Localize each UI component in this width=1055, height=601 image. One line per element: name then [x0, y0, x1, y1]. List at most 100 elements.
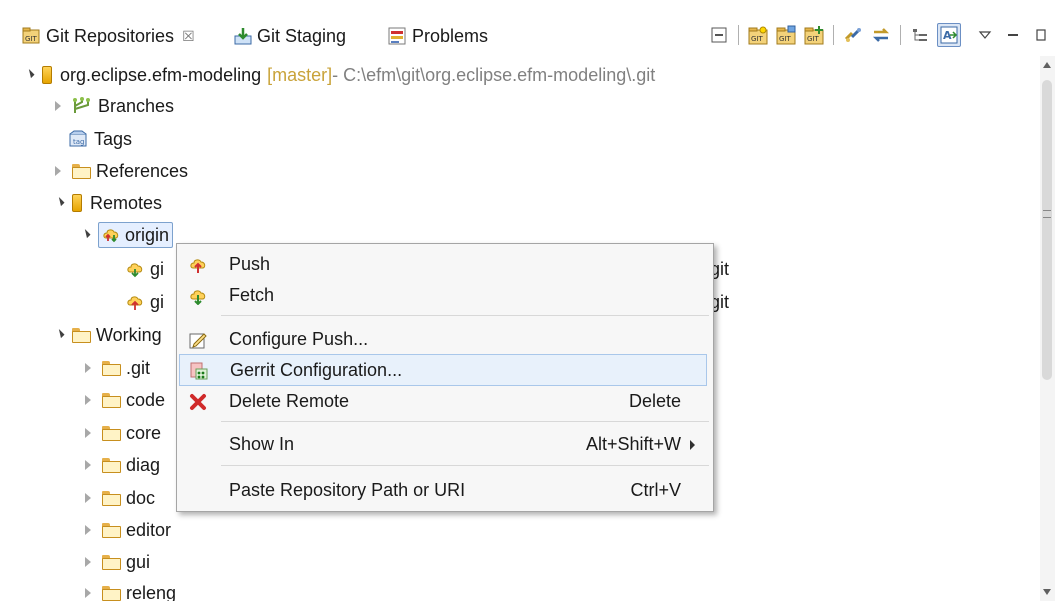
tree-row-references[interactable]: References [52, 156, 188, 186]
collapsed-twisty-icon[interactable] [82, 492, 94, 504]
collapsed-twisty-icon[interactable] [82, 427, 94, 439]
menu-item-paste-repository-path[interactable]: Paste Repository Path or URI Ctrl+V [179, 475, 709, 505]
expanded-twisty-icon[interactable] [78, 228, 91, 241]
svg-text:GIT: GIT [779, 35, 791, 43]
tree-row-repository[interactable]: org.eclipse.efm-modeling [master] - C:\e… [22, 60, 655, 90]
view-menu-button[interactable] [974, 24, 996, 46]
maximize-button[interactable] [1030, 24, 1052, 46]
context-menu: Push Fetch Configure Push... Gerrit Conf… [176, 243, 714, 512]
branches-icon [72, 97, 92, 115]
add-existing-repository-button[interactable]: GIT [747, 24, 769, 46]
tab-git-repositories[interactable]: GIT Git Repositories ☒ [22, 22, 195, 50]
tree-label: doc [126, 487, 156, 508]
link-with-selection-button[interactable] [842, 24, 864, 46]
expanded-twisty-icon[interactable] [52, 328, 65, 341]
menu-item-delete-remote[interactable]: Delete Remote Delete [179, 386, 709, 416]
folder-icon [102, 523, 121, 538]
tree-row-tags[interactable]: tag Tags [68, 124, 132, 154]
menu-item-gerrit-configuration[interactable]: Gerrit Configuration... [179, 354, 707, 386]
remotes-icon [72, 194, 82, 212]
tree-row-remotes[interactable]: Remotes [52, 188, 162, 218]
tree-row-folder[interactable]: gui [82, 547, 150, 577]
tree-label: gui [126, 551, 151, 572]
tree-label: origin [125, 224, 170, 245]
folder-icon [102, 555, 121, 570]
collapsed-twisty-icon[interactable] [52, 165, 64, 177]
collapsed-twisty-icon[interactable] [52, 100, 64, 112]
tab-label: Problems [412, 25, 489, 46]
collapsed-twisty-icon[interactable] [82, 459, 94, 471]
tree-row-folder[interactable]: diag [82, 450, 160, 480]
git-repositories-icon: GIT [22, 27, 40, 45]
view-menu-icon [978, 31, 992, 39]
scrollbar-thumb[interactable] [1042, 80, 1052, 380]
collapsed-twisty-icon[interactable] [82, 556, 94, 568]
tree-row-folder[interactable]: .git [82, 353, 150, 383]
clone-repository-button[interactable]: GIT [775, 24, 797, 46]
tree-label: Remotes [90, 192, 163, 213]
push-icon [189, 256, 207, 274]
tree-row-working-tree[interactable]: Working [52, 320, 162, 350]
link-icon [844, 28, 861, 42]
submenu-arrow-icon [690, 440, 695, 450]
toolbar-separator [833, 25, 834, 45]
push-uri-icon [126, 293, 144, 311]
tree-label: Tags [94, 128, 133, 149]
menu-separator [221, 465, 709, 466]
minimize-button[interactable] [1002, 24, 1024, 46]
remote-icon [102, 226, 120, 244]
tree-row-branches[interactable]: Branches [52, 91, 174, 121]
tree-row-fetch-uri[interactable]: gi [126, 287, 164, 317]
delete-icon [189, 393, 207, 411]
selected-node[interactable]: origin [98, 222, 174, 248]
link-editor-toggle[interactable]: A [937, 23, 961, 47]
tab-git-staging[interactable]: Git Staging [234, 22, 346, 50]
tree-row-folder[interactable]: doc [82, 483, 155, 513]
collapsed-twisty-icon[interactable] [82, 362, 94, 374]
tree-label: gi [150, 258, 165, 279]
collapsed-twisty-icon[interactable] [82, 394, 94, 406]
tree-row-folder[interactable]: editor [82, 515, 171, 545]
vertical-scrollbar[interactable] [1040, 56, 1055, 601]
menu-item-push[interactable]: Push [179, 249, 709, 279]
fetch-icon [189, 287, 207, 306]
tree-row-folder[interactable]: releng [82, 578, 176, 601]
toolbar-separator [738, 25, 739, 45]
menu-shortcut: Delete [628, 390, 681, 411]
svg-text:GIT: GIT [807, 35, 819, 43]
tree-row-folder[interactable]: code [82, 385, 165, 415]
scroll-down-arrow-icon[interactable] [1043, 589, 1051, 595]
close-tab-icon[interactable]: ☒ [182, 28, 195, 45]
menu-item-show-in[interactable]: Show In Alt+Shift+W [179, 429, 709, 459]
tab-label: Git Repositories [46, 25, 175, 46]
collapsed-twisty-icon[interactable] [82, 524, 94, 536]
collapse-all-button[interactable] [708, 24, 730, 46]
configure-icon [189, 331, 207, 349]
folder-icon [72, 164, 91, 179]
tree-label: core [126, 422, 162, 443]
tree-row-origin[interactable]: origin [78, 220, 174, 250]
menu-item-configure-push[interactable]: Configure Push... [179, 324, 709, 354]
hierarchical-layout-button[interactable] [909, 24, 931, 46]
menu-item-fetch[interactable]: Fetch [179, 280, 709, 310]
tree-row-push-uri[interactable]: gi [126, 254, 164, 284]
menu-label: Fetch [229, 284, 275, 305]
fetch-uri-icon [126, 260, 144, 278]
expanded-twisty-icon[interactable] [22, 68, 35, 81]
tree-row-folder[interactable]: core [82, 418, 161, 448]
sync-button[interactable] [870, 24, 892, 46]
tree-label: References [96, 160, 189, 181]
tab-problems[interactable]: Problems [388, 22, 488, 50]
add-repository-icon: GIT [748, 26, 768, 45]
tree-label: diag [126, 454, 161, 475]
repository-icon [42, 66, 52, 84]
folder-icon [102, 426, 121, 441]
sync-icon [872, 28, 890, 42]
collapsed-twisty-icon[interactable] [82, 587, 94, 599]
expanded-twisty-icon[interactable] [52, 196, 65, 209]
scroll-up-arrow-icon[interactable] [1043, 62, 1051, 68]
create-repository-button[interactable]: GIT [803, 24, 825, 46]
menu-separator [221, 421, 709, 422]
svg-text:GIT: GIT [25, 35, 37, 43]
view-tab-bar: GIT Git Repositories ☒ Git Staging Probl… [0, 0, 1055, 56]
